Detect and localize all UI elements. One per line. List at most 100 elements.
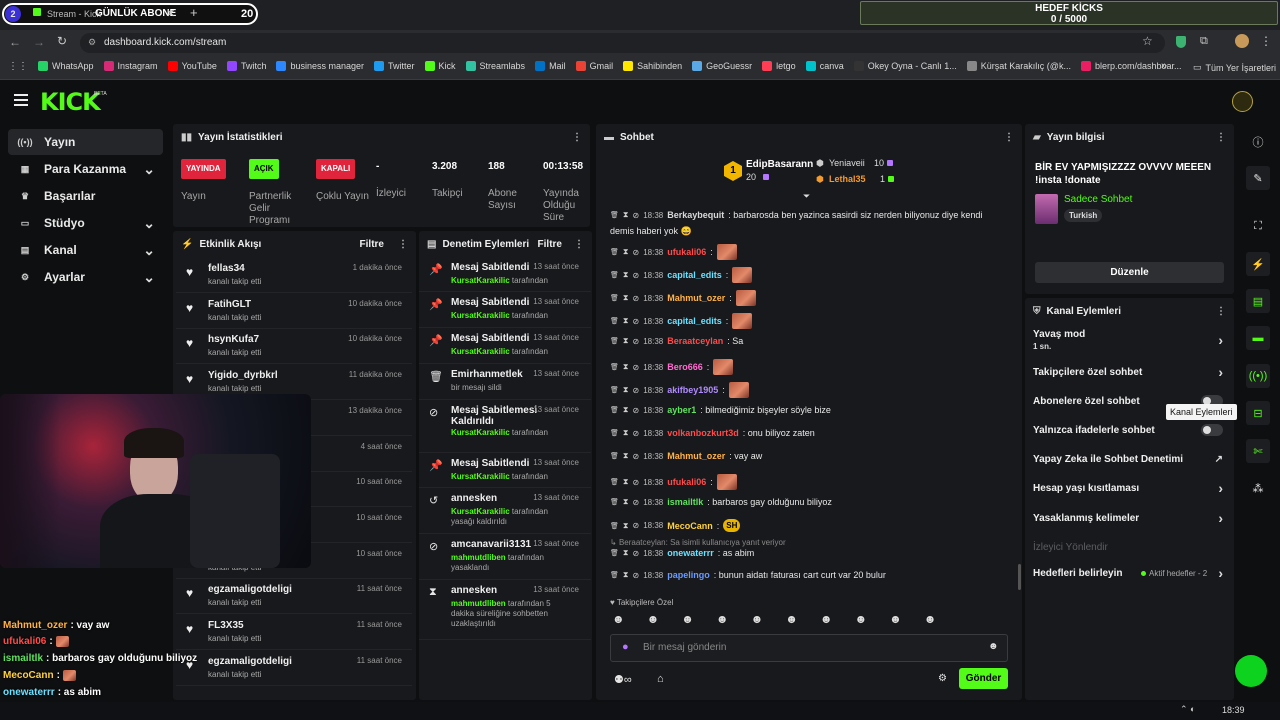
- trash-icon[interactable]: 🗑: [610, 317, 619, 325]
- trash-icon[interactable]: 🗑: [610, 429, 619, 437]
- profile-avatar[interactable]: [1235, 34, 1249, 48]
- chat-username[interactable]: papelingo: [667, 570, 710, 580]
- external-link-icon[interactable]: ↗: [1215, 454, 1223, 465]
- chat-message[interactable]: 🗑 ⧗ ⊘ 18:38 onewaterrr: as abim: [610, 548, 754, 558]
- chat-message[interactable]: 🗑 ⧗ ⊘ 18:38 akifbey1905:: [610, 382, 749, 398]
- trash-icon[interactable]: 🗑: [610, 248, 619, 256]
- chat-menu-icon[interactable]: ⋮: [1004, 132, 1014, 143]
- chat-username[interactable]: capital_edits: [667, 316, 722, 326]
- browser-tab-title[interactable]: Stream - Kick: [47, 9, 101, 19]
- chevron-right-icon[interactable]: ›: [1218, 332, 1223, 348]
- chevron-down-icon[interactable]: ⌄: [143, 243, 155, 257]
- reload-icon[interactable]: ↻: [57, 34, 67, 48]
- chat-message[interactable]: 🗑 ⧗ ⊘ 18:38 MecoCann: SH: [610, 519, 741, 532]
- ban-icon[interactable]: ⊘: [633, 478, 640, 487]
- store-icon[interactable]: ⌂: [657, 673, 664, 685]
- chat-username[interactable]: MecoCann: [667, 521, 713, 531]
- sidebar-item-2[interactable]: ♛ Başarılar: [8, 183, 163, 209]
- moderation-item[interactable]: 📌 Mesaj Sabitlendi KursatKarakilic tarafın…: [419, 328, 591, 364]
- activity-item[interactable]: ♥ FL3X35 kanalı takip etti 11 saat önce: [176, 614, 412, 650]
- chat-scrollbar[interactable]: [1018, 564, 1021, 590]
- trash-icon[interactable]: 🗑: [610, 571, 619, 579]
- moderation-item[interactable]: ↺ annesken KursatKarakilic tarafından yasa…: [419, 488, 591, 534]
- bookmark-item[interactable]: WhatsApp: [38, 61, 94, 71]
- activity-item[interactable]: ♥ FatihGLT kanalı takip etti 10 dakika önce: [176, 293, 412, 329]
- forward-icon[interactable]: →: [33, 35, 45, 49]
- quick-emote-icon[interactable]: ☻: [751, 612, 764, 626]
- chat-message[interactable]: 🗑 ⧗ ⊘ 18:38 Berkaybequit: barbarosda ben yaz…: [610, 210, 982, 220]
- expand-icon[interactable]: ⛶: [1246, 214, 1270, 238]
- trash-icon[interactable]: 🗑: [610, 452, 619, 460]
- timeout-icon[interactable]: ⧗: [623, 293, 629, 303]
- timeout-icon[interactable]: ⧗: [623, 316, 629, 326]
- activity-menu-icon[interactable]: ⋮: [398, 239, 408, 250]
- more-widgets-icon[interactable]: ⁂: [1246, 476, 1270, 500]
- activity-item[interactable]: ♥ egzamaligotdeligi kanalı takip etti 11 sa…: [176, 578, 412, 615]
- timeout-icon[interactable]: ⧗: [623, 548, 629, 558]
- top-gifter-2-name[interactable]: Yeniaveii: [829, 158, 865, 168]
- broadcast-widget-icon[interactable]: ((•)): [1246, 364, 1270, 388]
- stats-menu-icon[interactable]: ⋮: [572, 132, 582, 143]
- trash-icon[interactable]: 🗑: [610, 294, 619, 302]
- chevron-right-icon[interactable]: ›: [1218, 480, 1223, 496]
- ban-icon[interactable]: ⊘: [633, 498, 640, 507]
- quick-emote-icon[interactable]: ☻: [889, 612, 902, 626]
- channel-action-item[interactable]: Yasaklanmış kelimeler ›: [1025, 504, 1231, 533]
- timeout-icon[interactable]: ⧗: [623, 362, 629, 372]
- chat-username[interactable]: ufukali06: [667, 477, 706, 487]
- all-bookmarks-folder[interactable]: ▭ Tüm Yer İşaretleri: [1193, 62, 1276, 73]
- moderation-filter-button[interactable]: Filtre: [538, 239, 562, 250]
- emoji-picker-icon[interactable]: ☻: [988, 641, 999, 652]
- edit-stream-button[interactable]: Düzenle: [1035, 262, 1224, 283]
- chat-message[interactable]: 🗑 ⧗ ⊘ 18:38 ismailtlk: barbaros gay olduğunu…: [610, 497, 832, 507]
- ban-icon[interactable]: ⊘: [633, 386, 640, 395]
- channel-action-item[interactable]: Hedefleri belirleyin › Aktif hedefler - 2: [1025, 559, 1231, 588]
- bookmark-item[interactable]: Twitter: [374, 61, 415, 71]
- moderation-item[interactable]: ⊘ Mesaj Sabitlemesi Kaldırıldı KursatKarak…: [419, 400, 591, 453]
- expand-chevron-icon[interactable]: ⏷: [803, 191, 810, 202]
- timeout-icon[interactable]: ⧗: [623, 210, 629, 220]
- floating-status-button[interactable]: [1235, 655, 1267, 687]
- top-gifter-1-name[interactable]: EdipBasarann: [746, 159, 813, 170]
- new-tab-icon[interactable]: +: [190, 5, 198, 20]
- chat-username[interactable]: onewaterrr: [667, 548, 714, 558]
- ban-icon[interactable]: ⊘: [633, 521, 640, 530]
- moderation-item[interactable]: 📌 Mesaj Sabitlendi KursatKarakilic tarafın…: [419, 453, 591, 488]
- top-gifter-3-name[interactable]: Lethal35: [829, 174, 866, 184]
- chat-message[interactable]: 🗑 ⧗ ⊘ 18:38 capital_edits:: [610, 313, 753, 329]
- bookmark-item[interactable]: letgo: [762, 61, 796, 71]
- back-icon[interactable]: ←: [9, 35, 21, 49]
- info-icon[interactable]: ⓘ: [1246, 130, 1270, 154]
- channel-action-item[interactable]: Hesap yaşı kısıtlaması ›: [1025, 474, 1231, 503]
- chat-settings-icon[interactable]: ⚙: [938, 673, 947, 684]
- chevron-right-icon[interactable]: ›: [1218, 565, 1223, 581]
- chat-message[interactable]: 🗑 ⧗ ⊘ 18:38 papelingo: bunun aidatı faturası…: [610, 570, 886, 580]
- sidebar-item-1[interactable]: ▦ Para Kazanma ⌄: [8, 156, 163, 182]
- activity-filter-button[interactable]: Filtre: [360, 239, 384, 250]
- url-text[interactable]: dashboard.kick.com/stream: [104, 37, 226, 48]
- trash-icon[interactable]: 🗑: [610, 549, 619, 557]
- more-bookmarks-icon[interactable]: »: [1161, 60, 1167, 72]
- url-field[interactable]: [80, 33, 1165, 53]
- moderation-item[interactable]: ⊘ amcanavarii3131 mahmutdliben tarafından …: [419, 534, 591, 580]
- quick-emote-icon[interactable]: ☻: [647, 612, 660, 626]
- trash-icon[interactable]: 🗑: [610, 386, 619, 394]
- chat-username[interactable]: ismailtlk: [667, 497, 703, 507]
- quick-emote-icon[interactable]: ☻: [785, 612, 798, 626]
- bookmark-item[interactable]: Gmail: [575, 61, 613, 71]
- trash-icon[interactable]: 🗑: [610, 337, 619, 345]
- activity-item[interactable]: ♥ fellas34 kanalı takip etti 1 dakika önce: [176, 257, 412, 293]
- sidebar-item-4[interactable]: ▤ Kanal ⌄: [8, 237, 163, 263]
- chat-message[interactable]: 🗑 ⧗ ⊘ 18:38 Beraatceylan: Sa: [610, 336, 743, 346]
- activity-item[interactable]: ♥ egzamaligotdeligi kanalı takip etti 11 sa…: [176, 650, 412, 686]
- chat-username[interactable]: Beraatceylan: [667, 336, 723, 346]
- ban-icon[interactable]: ⊘: [633, 317, 640, 326]
- channel-action-item[interactable]: Yapay Zeka ile Sohbet Denetimi ↗: [1025, 445, 1231, 474]
- bookmark-item[interactable]: Sahibinden: [623, 61, 682, 71]
- chat-message[interactable]: 🗑 ⧗ ⊘ 18:38 ayber1: bilmediğimiz bişeyler sö…: [610, 405, 831, 415]
- trash-icon[interactable]: 🗑: [610, 498, 619, 506]
- moderation-item[interactable]: 📌 Mesaj Sabitlendi KursatKarakilic tarafın…: [419, 257, 591, 292]
- moderation-item[interactable]: 📌 Mesaj Sabitlendi KursatKarakilic tarafın…: [419, 292, 591, 328]
- bookmark-item[interactable]: Kick: [424, 61, 456, 71]
- chat-message[interactable]: 🗑 ⧗ ⊘ 18:38 Mahmut_ozer: vay aw: [610, 451, 762, 461]
